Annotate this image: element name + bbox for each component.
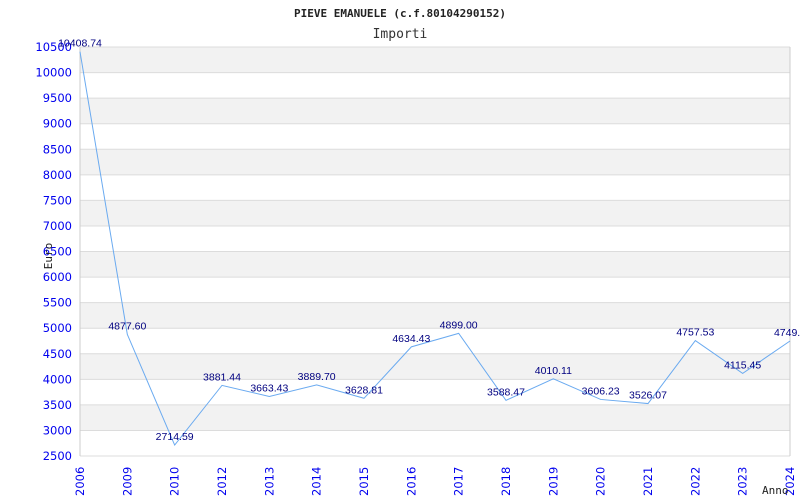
y-tick-label: 10000 [35,66,72,80]
x-axis-label: Anno [762,484,789,497]
grid-band [80,225,790,252]
line-chart: PIEVE EMANUELE (c.f.80104290152) Importi… [35,7,800,497]
y-tick-label: 5000 [43,321,72,335]
grid-band [80,404,790,431]
x-tick-label: 2019 [546,467,560,496]
x-tick-label: 2020 [594,467,608,496]
y-tick-label: 7500 [43,193,72,207]
data-label: 4899.00 [440,319,478,331]
grid-band [80,123,790,150]
data-label: 3628.81 [345,384,383,396]
y-tick-label: 5500 [43,296,72,310]
x-tick-label: 2010 [168,467,182,496]
y-tick-label: 3500 [43,398,72,412]
grid-band [80,302,790,329]
grid-band [80,251,790,278]
data-label: 3588.47 [487,386,525,398]
grid-band [80,72,790,99]
grid-band [80,379,790,405]
grid-band [80,353,790,380]
y-tick-label: 3000 [43,423,72,437]
data-label: 4115.45 [724,359,761,371]
grid-band [80,277,790,303]
data-label: 3889.70 [298,371,336,383]
y-tick-label: 9000 [43,117,72,131]
data-label: 4749.7 [774,327,800,339]
chart-subtitle: Importi [373,27,428,42]
x-tick-label: 2006 [73,467,87,496]
y-tick-label: 2500 [43,449,72,463]
y-axis-label: Euro [42,243,55,270]
grid-band [80,149,790,175]
grid-band [80,200,790,226]
grid-band [80,174,790,201]
data-label: 3606.23 [582,385,620,397]
data-label: 2714.59 [156,431,194,443]
x-tick-label: 2013 [262,467,276,496]
y-tick-label: 8000 [43,168,72,182]
x-tick-label: 2017 [452,467,466,496]
data-label: 3526.07 [629,390,667,402]
chart-title: PIEVE EMANUELE (c.f.80104290152) [294,7,506,20]
y-tick-label: 9500 [43,91,72,105]
x-tick-label: 2012 [215,467,229,496]
x-tick-label: 2009 [120,467,134,496]
x-tick-label: 2021 [641,467,655,496]
data-label: 3881.44 [203,371,241,383]
x-tick-label: 2015 [357,467,371,496]
data-label: 10408.74 [58,38,102,50]
data-label: 3663.43 [250,383,288,395]
data-label: 4010.11 [535,365,572,377]
y-tick-label: 6000 [43,270,72,284]
x-tick-label: 2014 [310,467,324,496]
grid-band [80,98,790,124]
x-tick-label: 2023 [736,467,750,496]
x-tick-label: 2022 [688,467,702,496]
y-tick-label: 4500 [43,347,72,361]
data-label: 4757.53 [676,327,714,339]
data-label: 4877.60 [108,320,146,332]
x-tick-label: 2016 [404,467,418,496]
data-label: 4634.43 [392,333,430,345]
y-tick-label: 8500 [43,142,72,156]
y-tick-label: 7000 [43,219,72,233]
x-tick-label: 2018 [499,467,513,496]
grid-band [80,47,790,73]
y-tick-label: 4000 [43,372,72,386]
